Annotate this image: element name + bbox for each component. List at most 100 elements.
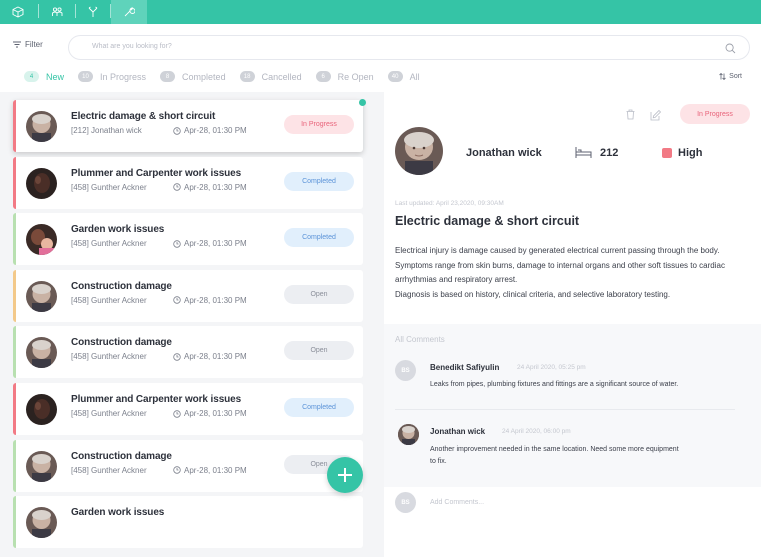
ticket-time-text: Apr-28, 01:30 PM [184, 126, 247, 135]
status-tab-completed[interactable]: 8 Completed [160, 71, 226, 82]
ticket-title: Plummer and Carpenter work issues [71, 394, 242, 405]
description-paragraph: Diagnosis is based on history, clinical … [395, 290, 671, 300]
wrench-icon [124, 7, 135, 17]
bed-icon [575, 147, 592, 158]
filter-label: Filter [25, 40, 43, 49]
person-avatar [26, 507, 57, 539]
ticket-status-badge[interactable]: Completed [284, 228, 354, 248]
top-nav-bar [0, 0, 761, 24]
comments-title: All Comments [395, 335, 445, 344]
status-tabs: 4 New 10 In Progress 8 Completed 18 Cancelle… [24, 71, 434, 82]
filter-button[interactable]: Filter [13, 40, 43, 49]
ticket-status-badge[interactable]: Completed [284, 398, 354, 417]
person-avatar [26, 337, 57, 369]
detail-description: Electrical injury is damage caused by ge… [395, 244, 725, 303]
status-tab-cancelled[interactable]: 18 Cancelled [239, 71, 302, 82]
ticket-avatar [26, 167, 57, 199]
status-tab-new[interactable]: 4 New [24, 71, 64, 82]
clock-icon [173, 183, 181, 191]
people-icon [52, 7, 63, 16]
trash-icon[interactable] [625, 109, 636, 120]
ticket-time-text: Apr-28, 01:30 PM [184, 239, 247, 249]
ticket-status-badge[interactable]: Completed [284, 171, 354, 191]
ticket-card[interactable]: Plummer and Carpenter work issues [458] G… [13, 156, 363, 209]
unread-dot [359, 99, 366, 106]
status-count: 6 [315, 71, 331, 82]
detail-avatar [395, 127, 443, 175]
status-tab-reopen[interactable]: 6 Re Open [315, 71, 374, 82]
sort-button[interactable]: Sort [719, 73, 742, 80]
ticket-time: Apr-28, 01:30 PM [173, 409, 247, 418]
person-avatar [26, 450, 57, 482]
comment-author: Jonathan wick [430, 427, 486, 436]
status-label: In Progress [100, 71, 147, 82]
clock-icon [173, 409, 181, 418]
detail-status-badge[interactable]: In Progress [680, 104, 750, 124]
clock-icon [173, 353, 181, 361]
ticket-status-badge[interactable]: Open [284, 284, 354, 304]
ticket-time: Apr-28, 01:30 PM [173, 296, 247, 305]
ticket-time-text: Apr-28, 01:30 PM [184, 295, 247, 305]
comment-author: Benedikt Safiyulin [430, 363, 500, 372]
ticket-avatar [26, 111, 57, 142]
ticket-time: Apr-28, 01:30 PM [173, 466, 247, 475]
ticket-time: Apr-28, 01:30 PM [173, 126, 247, 135]
ticket-card[interactable]: Construction damage [458] Gunther Ackner A… [13, 326, 363, 379]
tab-maintenance[interactable] [111, 0, 147, 24]
ticket-status-badge[interactable]: In Progress [284, 115, 354, 134]
ticket-avatar [26, 337, 57, 369]
ticket-card[interactable]: Garden work issues [458] Gunther Ackner Ap… [13, 213, 363, 266]
ticket-title: Plummer and Carpenter work issues [71, 167, 242, 179]
status-count: 10 [78, 71, 94, 82]
ticket-card[interactable]: Plummer and Carpenter work issues [458] G… [13, 383, 363, 435]
ticket-time: Apr-28, 01:30 PM [173, 183, 247, 192]
status-label: Re Open [337, 71, 374, 82]
ticket-time-text: Apr-28, 01:30 PM [184, 409, 247, 418]
ticket-avatar [26, 224, 57, 256]
tab-cube[interactable] [0, 0, 36, 24]
ticket-avatar [26, 450, 57, 482]
ticket-time-text: Apr-28, 01:30 PM [184, 465, 247, 475]
ticket-card[interactable]: Construction damage [458] Gunther Ackner A… [13, 269, 363, 322]
status-label: New [46, 71, 65, 82]
sort-icon [719, 73, 726, 80]
filter-icon [13, 41, 21, 48]
add-ticket-button[interactable] [327, 457, 363, 493]
tab-tools[interactable] [75, 0, 111, 24]
edit-icon[interactable] [650, 109, 662, 121]
detail-title: Electric damage & short circuit [395, 214, 580, 228]
ticket-card[interactable]: Electric damage & short circuit [212] Jon… [13, 100, 363, 152]
status-tab-all[interactable]: 40 All [387, 71, 420, 82]
priority-indicator [662, 148, 672, 158]
comment-date: 24 April 2020, 05:25 pm [517, 364, 586, 371]
ticket-time: Apr-28, 01:30 PM [173, 352, 247, 361]
add-comment-input[interactable]: Add Comments... [430, 499, 484, 506]
ticket-card[interactable]: Construction damage [458] Gunther Ackner A… [13, 439, 363, 492]
ticket-time: Apr-28, 01:30 PM [173, 239, 247, 248]
status-label: Completed [182, 71, 226, 82]
ticket-status-badge[interactable]: Open [284, 341, 354, 361]
cube-icon [12, 6, 24, 18]
elderly-person-avatar [398, 424, 419, 445]
ticket-title: Electric damage & short circuit [71, 111, 216, 122]
detail-room-number: 212 [600, 147, 619, 159]
person-avatar [26, 224, 57, 256]
person-avatar [26, 167, 57, 199]
comment-date: 24 April 2020, 06:00 pm [502, 428, 571, 435]
ticket-title: Construction damage [71, 337, 172, 349]
ticket-card[interactable]: Garden work issues [13, 496, 363, 549]
status-count: 4 [24, 71, 39, 82]
status-tab-in-progress[interactable]: 10 In Progress [78, 71, 146, 82]
search-placeholder: What are you looking for? [92, 43, 172, 50]
ticket-avatar [26, 280, 57, 312]
ticket-subtitle: [212] Jonathan wick [71, 126, 142, 135]
detail-priority: High [678, 147, 703, 159]
comment-divider [395, 409, 735, 410]
ticket-title: Construction damage [71, 280, 172, 292]
comment-avatar [398, 424, 419, 445]
search-input[interactable]: What are you looking for? [68, 35, 750, 60]
ticket-title: Garden work issues [71, 224, 165, 236]
status-count: 40 [387, 71, 403, 82]
ticket-avatar [26, 394, 57, 425]
tab-people[interactable] [39, 0, 75, 24]
